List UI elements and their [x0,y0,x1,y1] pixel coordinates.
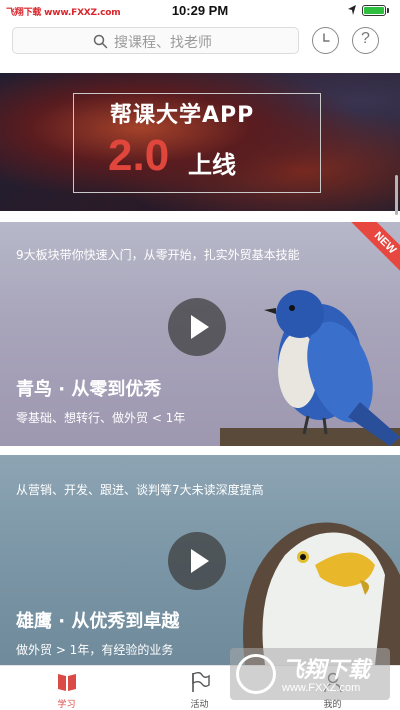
course-subtitle: 零基础、想转行、做外贸 < 1年 [16,411,186,425]
tab-study[interactable]: 学习 [0,666,133,710]
watermark-logo-url: www.FXXZ.com [282,682,361,694]
help-button[interactable]: ? [352,27,379,54]
history-button[interactable] [312,27,339,54]
watermark-logo: 飞翔下载 www.FXXZ.com [230,648,390,700]
banner-launch-text: 上线 [188,151,236,179]
course-description: 9大板块带你快速入门，从零开始，扎实外贸基本技能 [16,248,300,262]
search-icon [93,34,108,49]
promo-banner[interactable]: 帮课大学APP 2.0 上线 [0,73,400,211]
course-title: 雄鹰 · 从优秀到卓越 [16,611,180,632]
banner-version: 2.0 [108,131,170,180]
course-subtitle: 做外贸 > 1年，有经验的业务 [16,643,174,657]
search-input[interactable]: 搜课程、找老师 [12,27,299,54]
book-icon [58,674,76,691]
play-icon [191,549,209,573]
scrollbar-thumb[interactable] [395,175,398,215]
play-icon [191,315,209,339]
course-card-qingniao[interactable]: NEW 9大板块带你快速入门，从零开始，扎实外贸基本技能 青鸟 · 从零到优秀 … [0,222,400,446]
status-bar: 飞翔下载 www.FXXZ.com 10:29 PM [0,0,400,22]
course-title: 青鸟 · 从零到优秀 [16,379,162,400]
banner-headline: 帮课大学APP [110,103,255,128]
search-placeholder: 搜课程、找老师 [114,35,212,51]
status-time: 10:29 PM [171,3,229,18]
clock-icon [323,33,330,42]
eagle-image [243,522,400,665]
play-button[interactable] [168,298,226,356]
blue-bird-image [220,290,400,446]
course-card-xiongying[interactable]: 从营销、开发、跟进、谈判等7大未读深度提高 雄鹰 · 从优秀到卓越 做外贸 > … [0,455,400,665]
battery-tip [387,8,389,13]
tab-label: 学习 [57,700,76,710]
question-icon: ? [361,30,370,47]
play-button[interactable] [168,532,226,590]
battery-icon [362,5,386,16]
watermark-logo-icon [236,654,276,694]
watermark-logo-text: 飞翔下载 [282,658,371,683]
course-description: 从营销、开发、跟进、谈判等7大未读深度提高 [16,483,264,497]
flag-icon [192,672,210,692]
location-arrow-icon [348,5,356,15]
